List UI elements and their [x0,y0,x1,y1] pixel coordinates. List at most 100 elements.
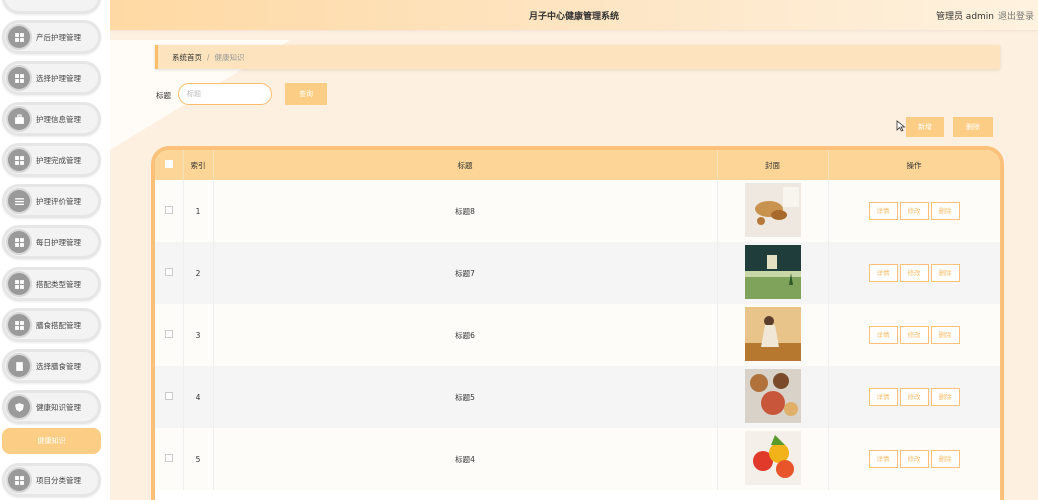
sidebar-item-postpartum-care[interactable]: 产后护理管理 [2,20,101,54]
actions-cell: 详情 修改 删除 [828,242,1000,304]
sidebar-item-label: 每日护理管理 [36,237,81,247]
row-checkbox[interactable] [164,330,173,338]
detail-button[interactable]: 详情 [868,326,898,344]
actions-cell: 详情 修改 删除 [828,304,1000,366]
header-index: 索引 [183,150,214,180]
sidebar-item-pairing-type[interactable]: 搭配类型管理 [2,267,101,301]
detail-button[interactable]: 详情 [868,450,898,468]
sidebar-item-daily-care[interactable]: 每日护理管理 [2,225,101,259]
edit-button[interactable]: 修改 [899,450,929,468]
search-label: 标题 [156,91,171,100]
grid-icon [8,273,30,295]
sidebar: 产后护理管理 选择护理管理 护理信息管理 护理完成管理 护理评价管理 每日护理管… [0,0,108,500]
grid-icon [8,231,30,253]
detail-button[interactable]: 详情 [868,264,898,282]
sidebar-item-top-partial[interactable] [2,0,101,14]
row-checkbox[interactable] [164,268,173,276]
row-title: 标题6 [213,304,718,366]
mouse-cursor-icon [896,120,906,132]
cover-cell [717,428,829,490]
table-row: 3 标题6 详情 修改 删除 [155,304,1000,366]
grid-icon [8,67,30,89]
sidebar-item-select-care[interactable]: 选择护理管理 [2,61,101,95]
actions-cell: 详情 修改 删除 [828,428,1000,490]
app-title: 月子中心健康管理系统 [528,12,619,22]
document-icon [8,355,30,377]
actions-cell: 详情 修改 删除 [828,366,1000,428]
delete-button[interactable]: 删除 [953,117,993,137]
row-checkbox[interactable] [164,206,173,214]
edit-button[interactable]: 修改 [899,202,929,220]
sidebar-item-label: 选择膳食管理 [36,361,81,371]
breadcrumb: 系统首页 / 健康知识 [155,45,1000,69]
logout-link[interactable]: 退出登录 [998,9,1034,22]
grid-icon [8,26,30,48]
header-cover: 封面 [717,150,829,180]
header-title: 标题 [213,150,718,180]
row-delete-button[interactable]: 删除 [930,202,960,220]
cover-thumbnail [744,183,801,237]
select-all-checkbox[interactable] [164,160,173,168]
sidebar-item-label: 健康知识管理 [36,402,81,412]
grid-icon [8,149,30,171]
cover-thumbnail [744,431,801,485]
sidebar-item-project-category[interactable]: 项目分类管理 [2,463,101,497]
edit-button[interactable]: 修改 [899,388,929,406]
row-delete-button[interactable]: 删除 [930,388,960,406]
briefcase-icon [8,108,30,130]
row-delete-button[interactable]: 删除 [930,264,960,282]
row-delete-button[interactable]: 删除 [930,326,960,344]
sidebar-item-meal-pairing[interactable]: 膳食搭配管理 [2,308,101,342]
row-index: 4 [183,366,214,428]
main-content: 月子中心健康管理系统 管理员 admin 退出登录 系统首页 / 健康知识 标题… [110,0,1038,500]
sidebar-item-label: 护理信息管理 [36,114,81,124]
row-index: 5 [183,428,214,490]
sidebar-item-label: 护理评价管理 [36,196,81,206]
sidebar-item-select-meal[interactable]: 选择膳食管理 [2,349,101,383]
header-actions: 操作 [828,150,1000,180]
sidebar-item-label: 产后护理管理 [36,32,81,42]
search-input[interactable] [178,83,272,105]
sidebar-item-care-review[interactable]: 护理评价管理 [2,184,101,218]
cover-thumbnail [744,245,801,299]
sidebar-subitem-health-knowledge[interactable]: 健康知识 [2,428,101,454]
cover-thumbnail [744,307,801,361]
row-title: 标题7 [213,242,718,304]
cover-cell [717,242,829,304]
cover-cell [717,366,829,428]
sidebar-item-label: 膳食搭配管理 [36,320,81,330]
sidebar-item-health-knowledge[interactable]: 健康知识管理 [2,390,101,424]
detail-button[interactable]: 详情 [868,202,898,220]
row-title: 标题4 [213,428,718,490]
edit-button[interactable]: 修改 [899,326,929,344]
row-checkbox[interactable] [164,454,173,462]
sidebar-item-care-info[interactable]: 护理信息管理 [2,102,101,136]
breadcrumb-home[interactable]: 系统首页 [172,52,202,63]
sidebar-item-label: 搭配类型管理 [36,279,81,289]
user-label: 管理员 admin [935,12,994,22]
sidebar-item-label: 选择护理管理 [36,73,81,83]
row-index: 3 [183,304,214,366]
breadcrumb-separator: / [207,52,210,62]
table-row: 1 标题8 详情 修改 删除 [155,180,1000,242]
row-title: 标题5 [213,366,718,428]
table-row: 4 标题5 详情 修改 删除 [155,366,1000,428]
edit-button[interactable]: 修改 [899,264,929,282]
row-index: 1 [183,180,214,242]
detail-button[interactable]: 详情 [868,388,898,406]
header: 月子中心健康管理系统 管理员 admin 退出登录 [110,0,1038,30]
row-delete-button[interactable]: 删除 [930,450,960,468]
sidebar-item-label: 护理完成管理 [36,155,81,165]
actions-cell: 详情 修改 删除 [828,180,1000,242]
list-icon [8,190,30,212]
query-button[interactable]: 查询 [285,83,327,105]
table-row: 5 标题4 详情 修改 删除 [155,428,1000,490]
table-header-row: 索引 标题 封面 操作 [155,150,1000,180]
cover-cell [717,304,829,366]
add-button[interactable]: 新增 [906,117,944,137]
select-all-cell [155,150,184,180]
breadcrumb-current: 健康知识 [214,52,245,62]
sidebar-item-care-complete[interactable]: 护理完成管理 [2,143,101,177]
row-checkbox[interactable] [164,392,173,400]
cover-cell [717,180,829,242]
